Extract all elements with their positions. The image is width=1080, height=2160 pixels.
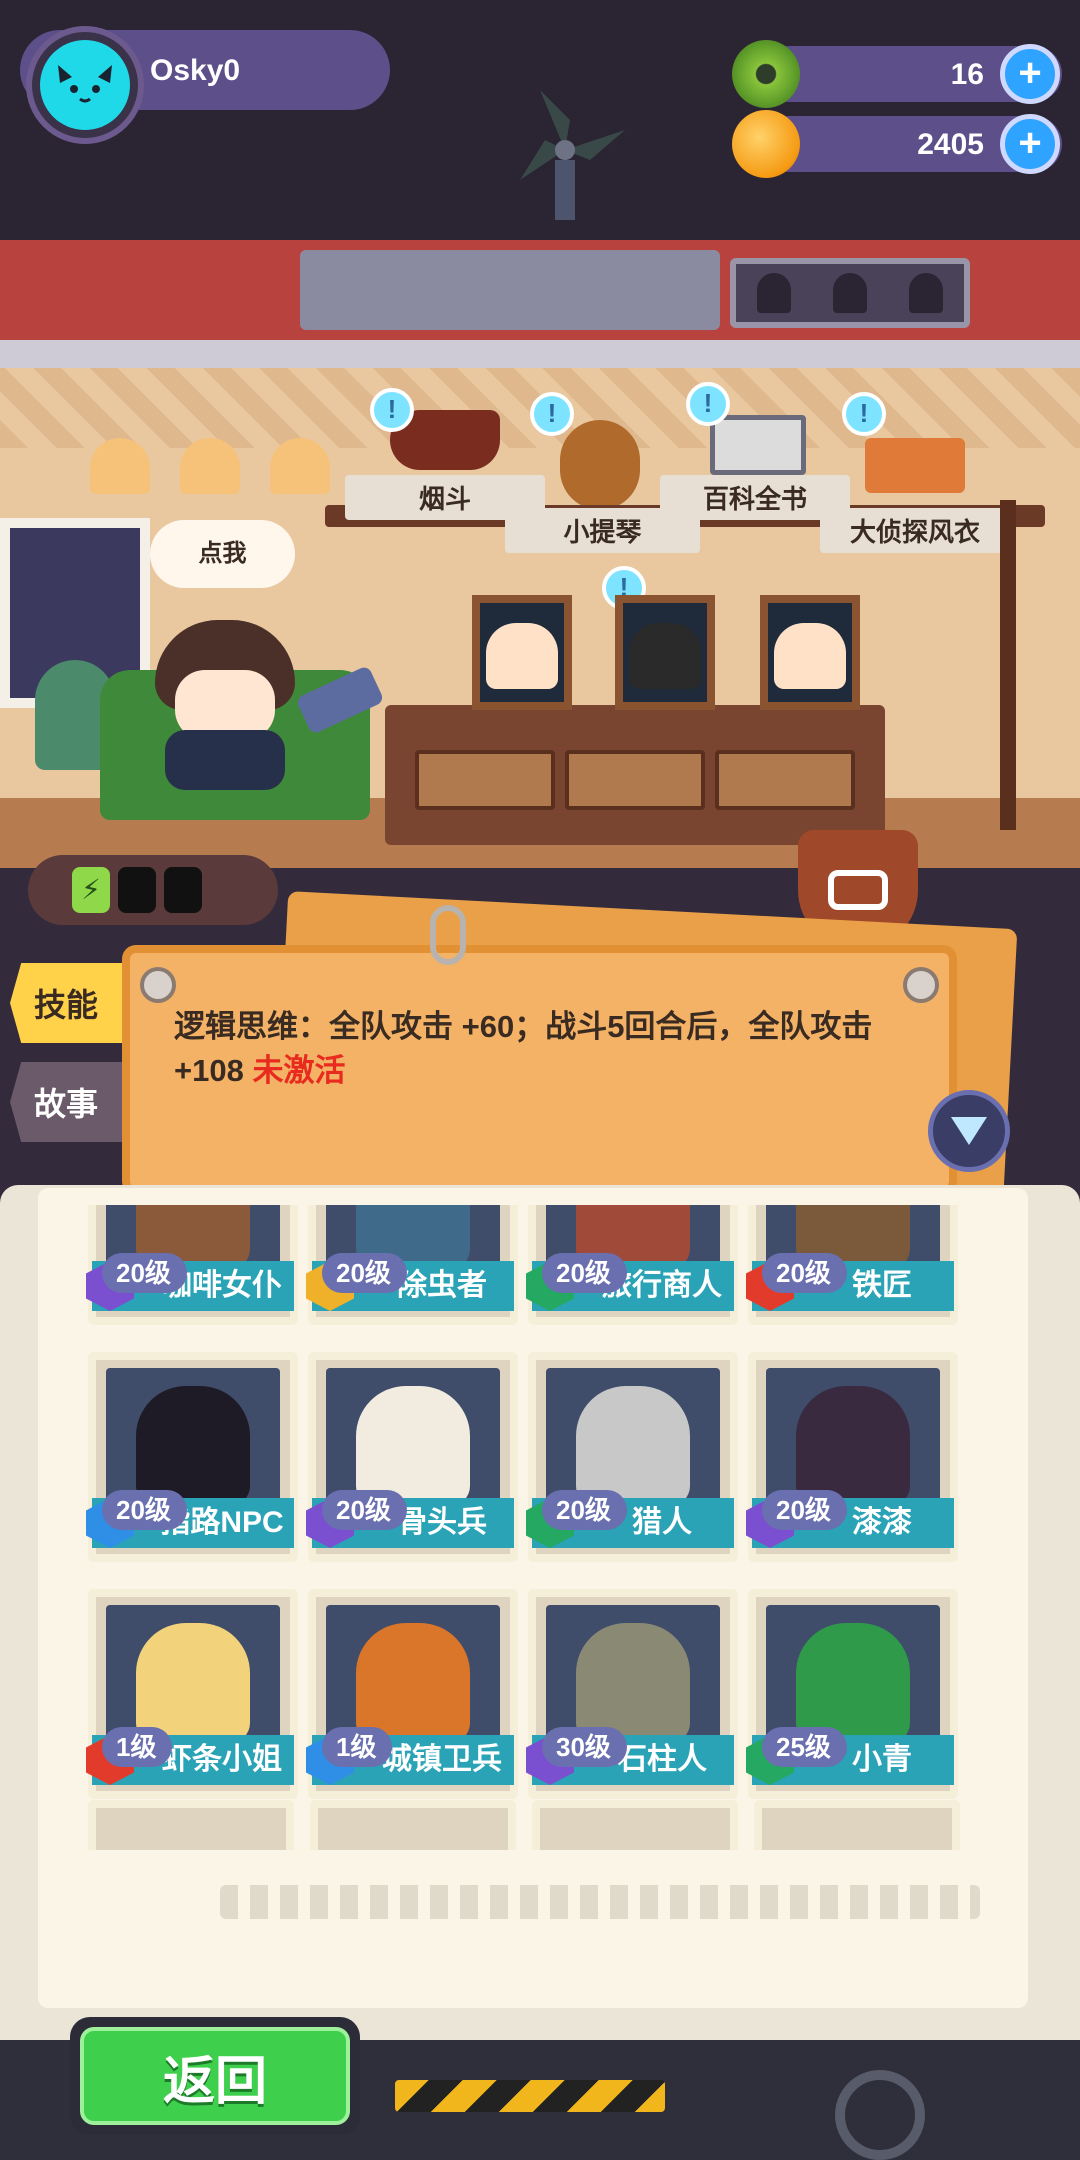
character-level: 20级	[102, 1490, 187, 1530]
add-donut-button[interactable]: +	[1000, 44, 1060, 104]
photo-frame[interactable]	[615, 595, 715, 710]
coat-rack	[1000, 500, 1016, 830]
skill-status: 未激活	[243, 1053, 346, 1088]
character-card[interactable]: 除虫者 20级	[306, 1205, 518, 1325]
character-card[interactable]: 铁匠 20级	[746, 1205, 958, 1325]
alert-icon[interactable]: !	[686, 382, 730, 426]
character-level: 30级	[542, 1727, 627, 1767]
character-level: 20级	[102, 1253, 187, 1293]
character-head	[576, 1623, 690, 1743]
back-button[interactable]: 返回	[70, 2017, 360, 2135]
alert-icon[interactable]: !	[370, 388, 414, 432]
radio-cabinet	[300, 250, 720, 330]
detective-character[interactable]	[150, 620, 300, 790]
character-grid: 咖啡女仆 20级 除虫者 20级 旅行商人 20级 铁匠 20级指路NPC 20级 骨头兵 20级猎…	[80, 1205, 958, 1799]
cat-face-icon	[40, 40, 130, 130]
pin-icon	[903, 967, 939, 1003]
chandelier-icon	[90, 428, 330, 508]
currency-donut-value: 16	[950, 58, 984, 91]
character-card[interactable]: 指路NPC 20级	[86, 1352, 298, 1562]
skill-description: 逻辑思维：全队攻击 +60；战斗5回合后，全队攻击 +108 未激活	[174, 1005, 934, 1093]
character-grid-viewport[interactable]: 咖啡女仆 20级 除虫者 20级 旅行商人 20级 铁匠 20级指路NPC 20级 骨头兵 20级猎…	[80, 1205, 980, 1850]
character-grid-next-row	[88, 1800, 988, 1850]
character-head	[356, 1386, 470, 1506]
battery-empty-icon	[164, 867, 202, 913]
player-avatar[interactable]	[26, 26, 144, 144]
skill-note: 逻辑思维：全队攻击 +60；战斗5回合后，全队攻击 +108 未激活	[122, 945, 957, 1195]
character-portrait	[326, 1368, 500, 1508]
violin-icon[interactable]	[560, 420, 640, 510]
currency-coin-value: 2405	[917, 128, 984, 161]
character-level: 20级	[542, 1253, 627, 1293]
photo-frame[interactable]	[760, 595, 860, 710]
photo-frame[interactable]	[472, 595, 572, 710]
character-card[interactable]: 石柱人 30级	[526, 1589, 738, 1799]
character-portrait	[766, 1605, 940, 1745]
character-head	[356, 1623, 470, 1743]
detective-coat-icon[interactable]	[865, 438, 965, 493]
battery-charged-icon: ⚡	[72, 867, 110, 913]
character-card[interactable]: 虾条小姐 1级	[86, 1589, 298, 1799]
currency-donut: 16 +	[732, 40, 1062, 108]
ghost-icon	[833, 273, 867, 313]
character-card[interactable]: 旅行商人 20级	[526, 1205, 738, 1325]
ghost-icon	[909, 273, 943, 313]
battery-empty-icon	[118, 867, 156, 913]
ceiling-rail	[0, 340, 1080, 370]
character-level: 20级	[542, 1490, 627, 1530]
character-card[interactable]: 骨头兵 20级	[306, 1352, 518, 1562]
ceiling-fan-icon	[520, 90, 625, 220]
character-card[interactable]: 漆漆 20级	[746, 1352, 958, 1562]
character-level: 20级	[322, 1490, 407, 1530]
gold-planet-coin-icon	[732, 110, 800, 178]
character-level: 20级	[322, 1253, 407, 1293]
character-head	[136, 1386, 250, 1506]
character-portrait	[546, 1605, 720, 1745]
tab-skill[interactable]: 技能	[10, 963, 122, 1043]
add-coin-button[interactable]: +	[1000, 114, 1060, 174]
character-portrait	[106, 1605, 280, 1745]
character-level: 1级	[322, 1727, 393, 1767]
character-head	[796, 1623, 910, 1743]
character-level: 20级	[762, 1490, 847, 1530]
character-card[interactable]: 猎人 20级	[526, 1352, 738, 1562]
item-label-detective-coat[interactable]: 大侦探风衣	[820, 508, 1010, 553]
character-level: 1级	[102, 1727, 173, 1767]
back-button-label: 返回	[80, 2027, 350, 2125]
player-name: Osky0	[150, 54, 241, 87]
green-donut-icon	[732, 40, 800, 108]
alert-icon[interactable]: !	[842, 392, 886, 436]
character-card[interactable]: 城镇卫兵 1级	[306, 1589, 518, 1799]
character-portrait	[106, 1368, 280, 1508]
blurred-caption	[220, 1885, 980, 1919]
currency-coin: 2405 +	[732, 110, 1062, 178]
hazard-stripe	[395, 2080, 665, 2112]
paperclip-icon	[430, 905, 466, 965]
character-portrait	[766, 1368, 940, 1508]
character-head	[796, 1386, 910, 1506]
filter-button[interactable]	[928, 1090, 1010, 1172]
alert-icon[interactable]: !	[530, 392, 574, 436]
tap-me-bubble[interactable]: 点我	[150, 520, 295, 588]
character-level: 25级	[762, 1727, 847, 1767]
character-name: 城镇卫兵	[382, 1743, 502, 1776]
character-portrait	[326, 1605, 500, 1745]
character-head	[136, 1623, 250, 1743]
ghost-display-box	[730, 258, 970, 328]
desk	[385, 705, 885, 845]
character-card[interactable]: 咖啡女仆 20级	[86, 1205, 298, 1325]
character-name: 虾条小姐	[162, 1743, 282, 1776]
energy-indicator: ⚡	[28, 855, 278, 925]
tab-story[interactable]: 故事	[10, 1062, 122, 1142]
character-portrait	[546, 1368, 720, 1508]
character-card[interactable]: 小青 25级	[746, 1589, 958, 1799]
dial-knob	[835, 2070, 925, 2160]
character-head	[576, 1386, 690, 1506]
ghost-icon	[757, 273, 791, 313]
filter-icon	[951, 1117, 987, 1145]
encyclopedia-icon[interactable]	[710, 415, 806, 475]
character-level: 20级	[762, 1253, 847, 1293]
pin-icon	[140, 967, 176, 1003]
chat-bubble-icon	[828, 870, 888, 910]
